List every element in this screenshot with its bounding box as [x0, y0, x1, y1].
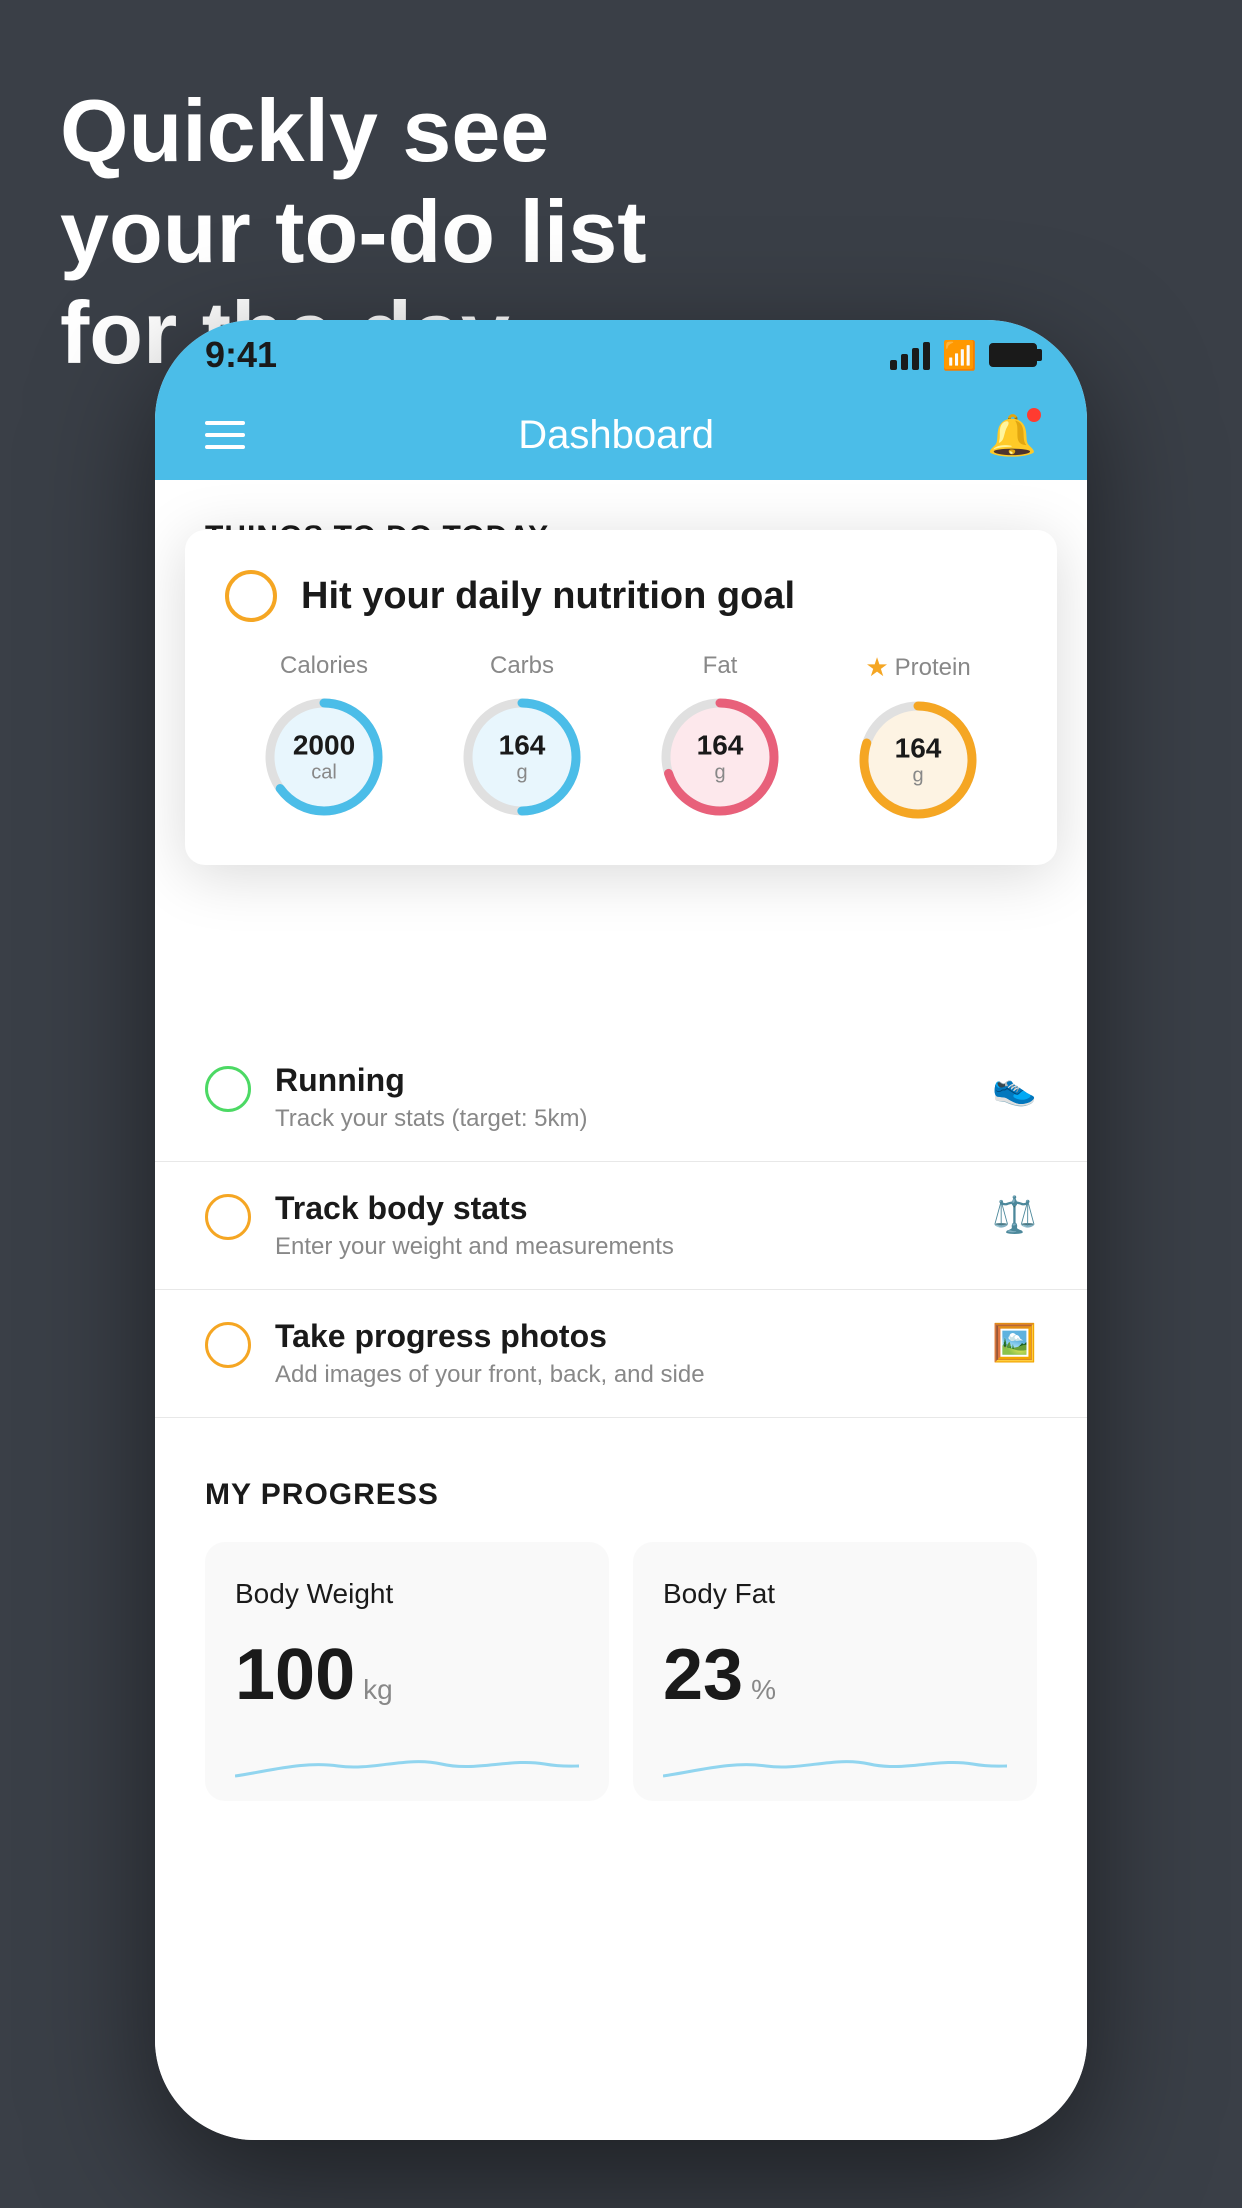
progress-value-row: 100kg — [235, 1634, 579, 1716]
todo-title: Track body stats — [275, 1190, 968, 1227]
nutrition-label-text: Carbs — [490, 652, 554, 680]
donut-chart-protein: 164 g — [853, 695, 983, 825]
todo-list: Running Track your stats (target: 5km) 👟 Tr… — [155, 1034, 1087, 1418]
todo-circle — [205, 1194, 251, 1240]
nutrition-label-text: Fat — [703, 652, 738, 680]
notification-dot — [1027, 408, 1041, 422]
wave-chart — [235, 1736, 579, 1796]
progress-cards: Body Weight 100kg Body Fat 23% — [205, 1542, 1037, 1801]
progress-section: MY PROGRESS Body Weight 100kg Body Fat 23% — [155, 1478, 1087, 1801]
progress-card[interactable]: Body Fat 23% — [633, 1542, 1037, 1801]
nutrition-label-text: Calories — [280, 652, 368, 680]
status-icons: 📶 — [890, 339, 1037, 372]
card-title: Hit your daily nutrition goal — [301, 575, 795, 618]
todo-subtitle: Add images of your front, back, and side — [275, 1361, 968, 1389]
todo-subtitle: Enter your weight and measurements — [275, 1233, 968, 1261]
content-area: THINGS TO DO TODAY Hit your daily nutrit… — [155, 480, 1087, 2140]
card-title-row: Hit your daily nutrition goal — [225, 570, 1017, 622]
headline-line2: your to-do list — [60, 181, 647, 282]
headline-line1: Quickly see — [60, 80, 647, 181]
nutrition-card: Hit your daily nutrition goal Calories 2… — [185, 530, 1057, 865]
nutrition-row: Calories 2000 cal Carbs 164 g Fat 164 g — [225, 652, 1017, 825]
donut-chart-carbs: 164 g — [457, 692, 587, 822]
progress-card-title: Body Weight — [235, 1578, 579, 1610]
todo-text: Track body stats Enter your weight and me… — [275, 1190, 968, 1261]
todo-title: Running — [275, 1062, 968, 1099]
donut-chart-fat: 164 g — [655, 692, 785, 822]
todo-title: Take progress photos — [275, 1318, 968, 1355]
progress-value: 23 — [663, 1634, 743, 1716]
todo-item[interactable]: Track body stats Enter your weight and me… — [155, 1162, 1087, 1290]
donut-value: 164 — [499, 731, 546, 762]
nutrition-item-protein: ★Protein 164 g — [853, 652, 983, 825]
donut-chart-calories: 2000 cal — [259, 692, 389, 822]
battery-icon — [989, 343, 1037, 367]
todo-text: Running Track your stats (target: 5km) — [275, 1062, 968, 1133]
donut-unit: g — [895, 764, 942, 786]
todo-item[interactable]: Running Track your stats (target: 5km) 👟 — [155, 1034, 1087, 1162]
todo-circle — [205, 1322, 251, 1368]
star-icon: ★ — [865, 652, 888, 683]
donut-unit: g — [697, 761, 744, 783]
nav-title: Dashboard — [518, 413, 714, 458]
donut-unit: cal — [293, 761, 355, 783]
menu-button[interactable] — [205, 421, 245, 449]
donut-unit: g — [499, 761, 546, 783]
donut-value: 164 — [697, 731, 744, 762]
progress-value: 100 — [235, 1634, 355, 1716]
progress-card[interactable]: Body Weight 100kg — [205, 1542, 609, 1801]
nutrition-item-carbs: Carbs 164 g — [457, 652, 587, 822]
nav-bar: Dashboard 🔔 — [155, 390, 1087, 480]
progress-unit: % — [751, 1674, 776, 1706]
todo-circle — [205, 1066, 251, 1112]
todo-action-icon: 👟 — [992, 1066, 1037, 1108]
progress-card-title: Body Fat — [663, 1578, 1007, 1610]
todo-action-icon: ⚖️ — [992, 1194, 1037, 1236]
status-time: 9:41 — [205, 334, 277, 376]
wifi-icon: 📶 — [942, 339, 977, 372]
nutrition-label-text: Protein — [895, 654, 971, 682]
donut-value: 164 — [895, 734, 942, 765]
todo-subtitle: Track your stats (target: 5km) — [275, 1105, 968, 1133]
notification-button[interactable]: 🔔 — [987, 412, 1037, 459]
nutrition-item-calories: Calories 2000 cal — [259, 652, 389, 822]
wave-chart — [663, 1736, 1007, 1796]
progress-title: MY PROGRESS — [205, 1478, 1037, 1512]
nutrition-item-fat: Fat 164 g — [655, 652, 785, 822]
card-circle-icon — [225, 570, 277, 622]
progress-value-row: 23% — [663, 1634, 1007, 1716]
todo-item[interactable]: Take progress photos Add images of your f… — [155, 1290, 1087, 1418]
todo-action-icon: 🖼️ — [992, 1322, 1037, 1364]
signal-icon — [890, 340, 930, 370]
progress-unit: kg — [363, 1674, 393, 1706]
status-bar: 9:41 📶 — [155, 320, 1087, 390]
todo-text: Take progress photos Add images of your f… — [275, 1318, 968, 1389]
phone-frame: 9:41 📶 Dashboard 🔔 THINGS TO DO TODAY — [155, 320, 1087, 2140]
donut-value: 2000 — [293, 731, 355, 762]
